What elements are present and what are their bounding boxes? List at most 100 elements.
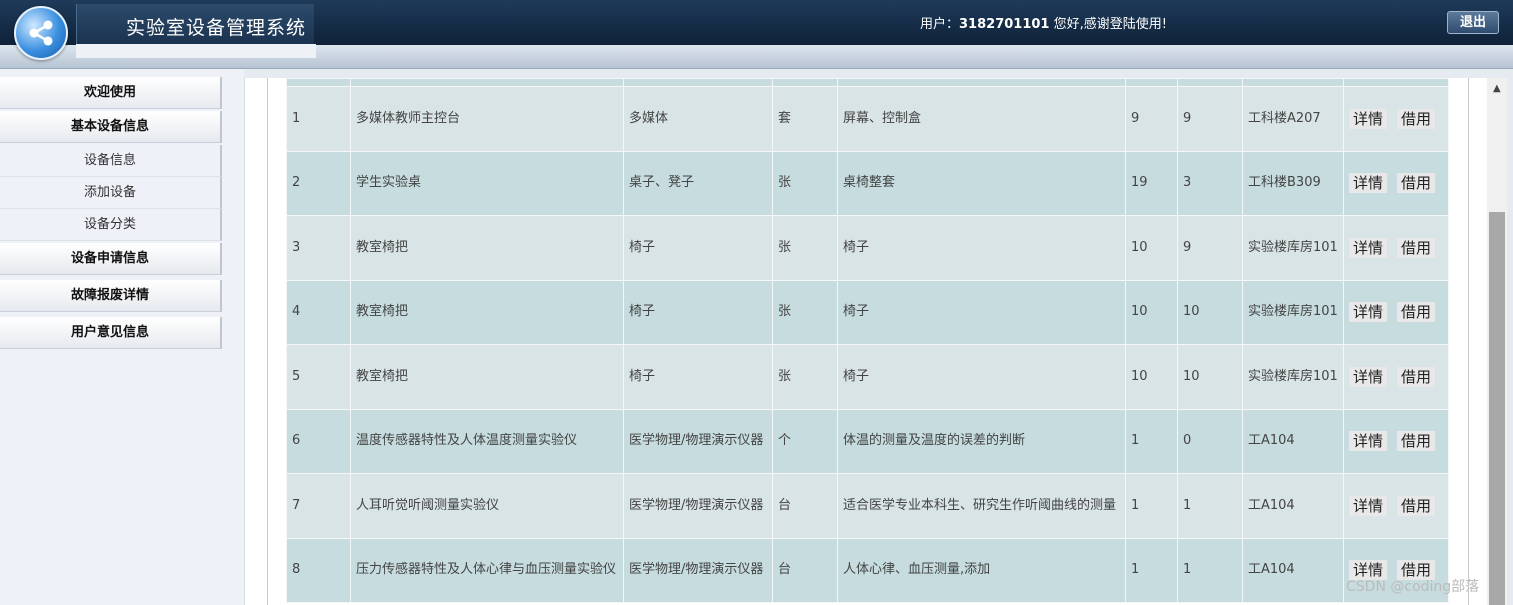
equipment-table-body: 1 多媒体教师主控台 多媒体套屏幕、控制盒 9 9 工科楼A207 详情 借用 2 学生实验桌 桌子… [286,78,1449,603]
cell-available: 9 [1177,86,1243,152]
cell-description: 适合医学专业本科生、研究生作听阈曲线的测量 [837,473,1126,539]
greeting-text: 您好,感谢登陆使用! [1049,17,1167,32]
detail-button[interactable]: 详情 [1349,431,1388,452]
borrow-button[interactable]: 借用 [1397,237,1436,258]
cell-available: 3 [1177,150,1243,216]
cell-total: 1 [1125,408,1178,474]
cell-unit: 张 [772,344,838,410]
borrow-button[interactable]: 借用 [1397,366,1436,387]
cell-location: 实验楼库房101 [1242,344,1344,410]
cell-available: 1 [1177,537,1243,603]
cell-total: 10 [1125,279,1178,345]
cell-description: 椅子 [837,279,1126,345]
cell-id: 4 [286,279,351,345]
cell-name: 人耳听觉听阈测量实验仪 [350,473,624,539]
cell-category: 医学物理/物理演示仪器 [623,408,773,474]
table-row: 4 教室椅把 椅子张椅子 10 10 实验楼库房101 详情 借用 [286,279,1449,345]
cell-location: 工A104 [1242,408,1344,474]
cell-total: 1 [1125,537,1178,603]
detail-button[interactable]: 详情 [1349,108,1388,129]
cell-description: 椅子 [837,344,1126,410]
cell-actions: 详情 借用 [1343,150,1449,216]
cell-actions: 详情 借用 [1343,86,1449,152]
cell-description: 桌椅整套 [837,150,1126,216]
menu-basic-equipment-info[interactable]: 基本设备信息 [0,111,222,143]
table-row-partial [286,78,1449,87]
cell-unit: 张 [772,150,838,216]
cell-available: 0 [1177,408,1243,474]
user-label: 用户： [920,17,960,32]
menu-equipment-info[interactable]: 设备信息 [0,145,222,177]
cell-actions: 详情 借用 [1343,473,1449,539]
cell-unit: 张 [772,279,838,345]
cell-location: 工科楼B309 [1242,150,1344,216]
cell-id: 6 [286,408,351,474]
cell-location: 实验楼库房101 [1242,215,1344,281]
scrollbar-thumb[interactable] [1489,212,1505,605]
cell-name: 教室椅把 [350,279,624,345]
table-row: 7 人耳听觉听阈测量实验仪 医学物理/物理演示仪器台适合医学专业本科生、研究生作听阈… [286,473,1449,539]
user-id: 3182701101 [959,17,1050,32]
borrow-button[interactable]: 借用 [1397,495,1436,516]
table-row: 3 教室椅把 椅子张椅子 10 9 实验楼库房101 详情 借用 [286,215,1449,281]
cell-category: 椅子 [623,215,773,281]
logout-button[interactable]: 退出 [1447,11,1499,34]
cell-available: 9 [1177,215,1243,281]
detail-button[interactable]: 详情 [1349,173,1388,194]
cell-actions: 详情 借用 [1343,215,1449,281]
cell-total: 10 [1125,215,1178,281]
cell-actions: 详情 借用 [1343,408,1449,474]
cell-id: 1 [286,86,351,152]
cell-name: 温度传感器特性及人体温度测量实验仪 [350,408,624,474]
cell-actions: 详情 借用 [1343,344,1449,410]
cell-description: 人体心律、血压测量,添加 [837,537,1126,603]
cell-total: 9 [1125,86,1178,152]
app-title-box: 实验室设备管理系统 [76,4,314,44]
menu-equipment-apply-info[interactable]: 设备申请信息 [0,243,222,275]
cell-name: 教室椅把 [350,344,624,410]
cell-location: 工科楼A207 [1242,86,1344,152]
cell-id: 5 [286,344,351,410]
menu-welcome[interactable]: 欢迎使用 [0,77,222,109]
cell-name: 多媒体教师主控台 [350,86,624,152]
detail-button[interactable]: 详情 [1349,302,1388,323]
cell-location: 工A104 [1242,537,1344,603]
cell-name: 教室椅把 [350,215,624,281]
borrow-button[interactable]: 借用 [1397,173,1436,194]
cell-available: 1 [1177,473,1243,539]
cell-description: 屏幕、控制盒 [837,86,1126,152]
cell-id: 7 [286,473,351,539]
borrow-button[interactable]: 借用 [1397,108,1436,129]
menu-fault-scrap-details[interactable]: 故障报废详情 [0,280,222,312]
borrow-button[interactable]: 借用 [1397,431,1436,452]
detail-button[interactable]: 详情 [1349,366,1388,387]
cell-available: 10 [1177,279,1243,345]
cell-category: 医学物理/物理演示仪器 [623,473,773,539]
cell-unit: 台 [772,473,838,539]
detail-button[interactable]: 详情 [1349,495,1388,516]
cell-id: 8 [286,537,351,603]
cell-description: 体温的测量及温度的误差的判断 [837,408,1126,474]
menu-user-feedback-info[interactable]: 用户意见信息 [0,317,222,349]
cell-location: 实验楼库房101 [1242,279,1344,345]
cell-category: 桌子、凳子 [623,150,773,216]
cell-id: 3 [286,215,351,281]
cell-id: 2 [286,150,351,216]
cell-actions: 详情 借用 [1343,279,1449,345]
scroll-up-arrow-icon[interactable]: ▲ [1493,83,1501,94]
table-row: 8 压力传感器特性及人体心律与血压测量实验仪 医学物理/物理演示仪器台人体心律、血压… [286,537,1449,603]
table-row: 5 教室椅把 椅子张椅子 10 10 实验楼库房101 详情 借用 [286,344,1449,410]
menu-add-equipment[interactable]: 添加设备 [0,177,222,209]
table-row: 2 学生实验桌 桌子、凳子张桌椅整套 19 3 工科楼B309 详情 借用 [286,150,1449,216]
table-row: 6 温度传感器特性及人体温度测量实验仪 医学物理/物理演示仪器个体温的测量及温度的误… [286,408,1449,474]
cell-description: 椅子 [837,215,1126,281]
detail-button[interactable]: 详情 [1349,237,1388,258]
cell-unit: 张 [772,215,838,281]
menu-equipment-category[interactable]: 设备分类 [0,209,222,241]
equipment-table: 1 多媒体教师主控台 多媒体套屏幕、控制盒 9 9 工科楼A207 详情 借用 2 学生实验桌 桌子… [286,78,1449,603]
cell-category: 医学物理/物理演示仪器 [623,537,773,603]
app-logo-icon [14,6,68,60]
cell-unit: 个 [772,408,838,474]
borrow-button[interactable]: 借用 [1397,302,1436,323]
user-info: 用户：3182701101 您好,感谢登陆使用! [920,13,1167,32]
